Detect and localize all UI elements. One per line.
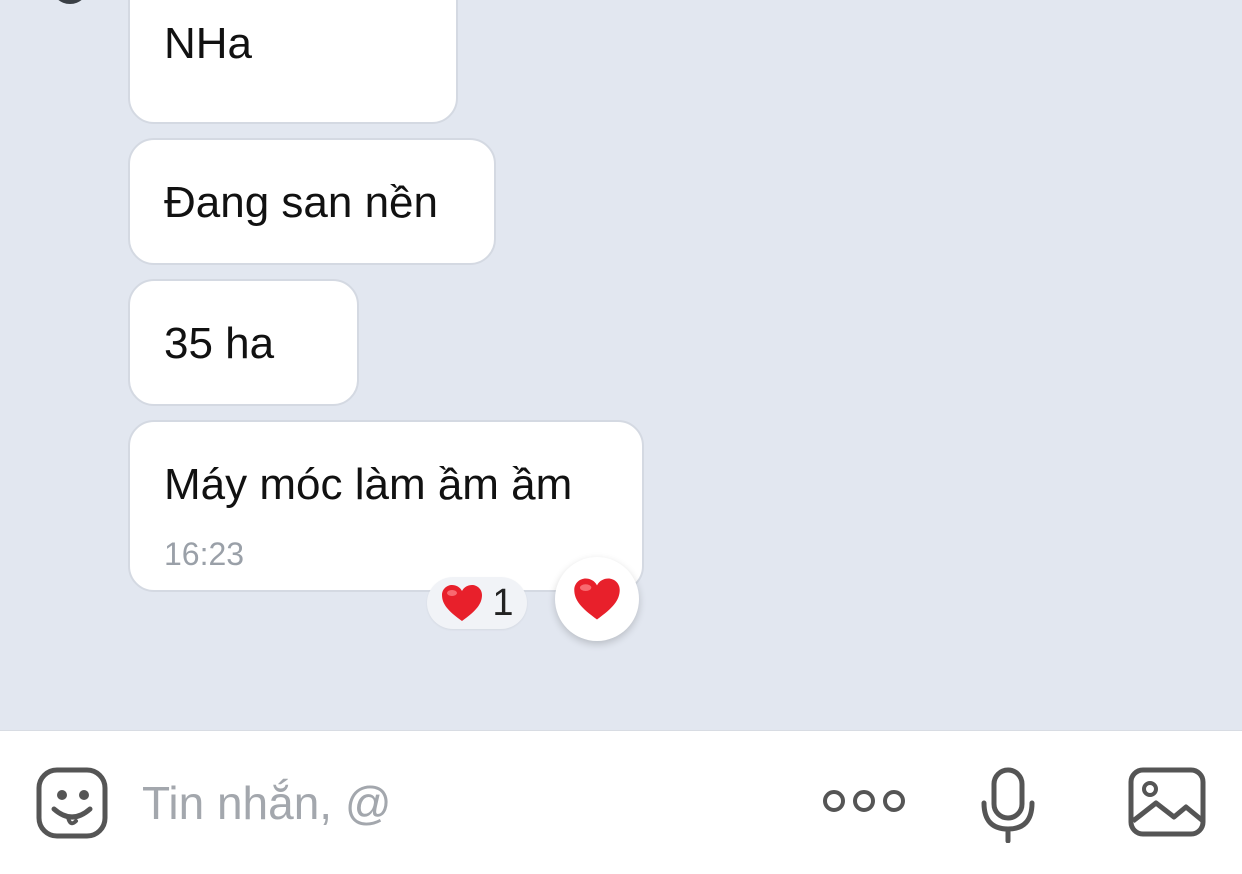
react-heart-button[interactable]: [555, 557, 639, 641]
message-text: Máy móc làm ầm ầm: [164, 460, 573, 509]
message-text: Đang san nền: [164, 178, 438, 227]
more-icon[interactable]: [820, 783, 908, 819]
message-text: 35 ha: [164, 319, 275, 368]
message-input[interactable]: [142, 767, 782, 839]
message-bubble[interactable]: 35 ha: [128, 279, 359, 406]
heart-icon: [442, 585, 483, 621]
image-icon[interactable]: [1128, 767, 1206, 837]
sender-avatar[interactable]: [52, 0, 88, 4]
heart-icon: [574, 578, 620, 620]
reaction-count: 1: [492, 581, 514, 624]
message-bubble[interactable]: Máy móc làm ầm ầm 16:23: [128, 420, 644, 592]
emoji-icon[interactable]: [36, 767, 108, 839]
message-timestamp: 16:23: [164, 536, 245, 572]
message-text: NHa: [164, 19, 253, 68]
reaction-summary[interactable]: 1: [427, 577, 527, 629]
message-bubble[interactable]: NHa: [128, 0, 458, 124]
mic-icon[interactable]: [980, 767, 1036, 843]
message-bubble[interactable]: Đang san nền: [128, 138, 496, 265]
message-input-bar: [0, 730, 1242, 874]
